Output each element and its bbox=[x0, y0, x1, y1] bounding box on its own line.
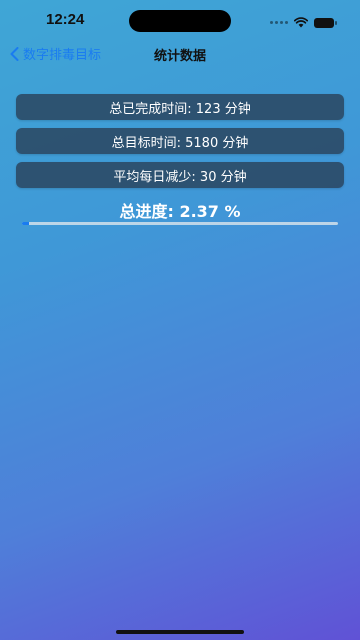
progress-bar bbox=[22, 222, 338, 225]
battery-icon bbox=[314, 17, 337, 28]
progress-label: 总进度: 2.37 % bbox=[119, 202, 241, 221]
navigation-bar: 数字排毒目标 统计数据 bbox=[0, 40, 360, 68]
progress-bar-fill bbox=[22, 222, 30, 225]
wifi-icon bbox=[293, 13, 309, 32]
status-icons bbox=[270, 13, 337, 32]
stat-card-total-completed: 总已完成时间: 123 分钟 bbox=[16, 94, 344, 120]
stat-card-daily-reduction: 平均每日减少: 30 分钟 bbox=[16, 162, 344, 188]
stat-card-total-target: 总目标时间: 5180 分钟 bbox=[16, 128, 344, 154]
status-bar: 12:24 bbox=[0, 0, 360, 40]
camera-notch bbox=[129, 10, 231, 32]
page-title: 统计数据 bbox=[153, 49, 206, 64]
home-indicator bbox=[116, 630, 244, 634]
signal-icon bbox=[270, 21, 288, 24]
status-time: 12:24 bbox=[46, 11, 85, 28]
